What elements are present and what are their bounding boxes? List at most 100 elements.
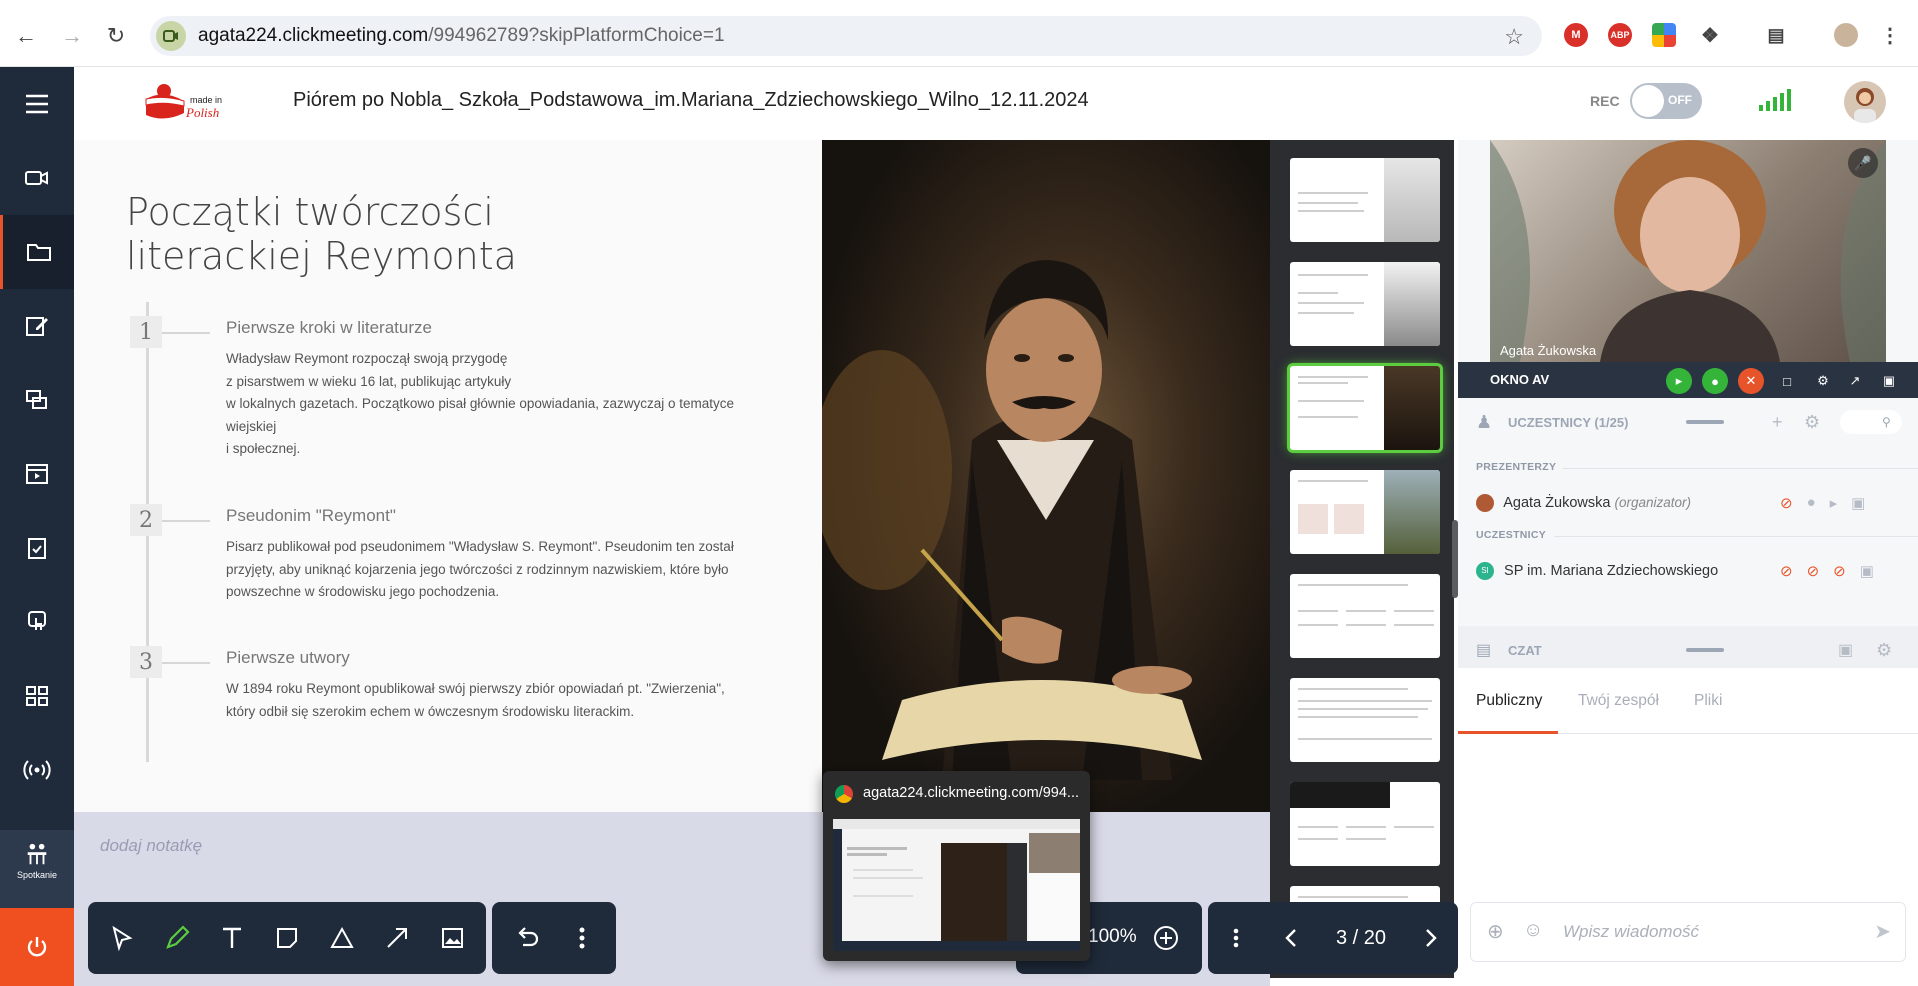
profile-avatar-icon[interactable] (1834, 23, 1858, 47)
add-user-icon[interactable]: + (1772, 412, 1783, 433)
sidebar-item-cta[interactable] (0, 585, 74, 659)
more-vertical-icon[interactable] (1224, 926, 1248, 950)
reload-icon[interactable]: ↻ (100, 20, 132, 52)
sidebar-item-broadcast[interactable] (0, 733, 74, 807)
video-mic-icon[interactable]: 🎤 (1848, 148, 1878, 178)
shape-tool-button[interactable] (319, 915, 364, 961)
pointer-tool-button[interactable] (100, 915, 145, 961)
forward-icon[interactable]: → (56, 20, 88, 52)
menu-hamburger-icon[interactable] (0, 67, 74, 141)
screen-off-icon[interactable]: ⊘ (1780, 494, 1793, 512)
layout-icon[interactable]: ▣ (1876, 368, 1902, 394)
chat-input-placeholder: Wpisz wiadomość (1563, 922, 1700, 941)
rec-toggle-knob (1632, 85, 1664, 117)
send-icon[interactable]: ➤ (1874, 919, 1891, 944)
leave-meeting-button[interactable] (0, 908, 74, 986)
slide-thumbnail[interactable] (1290, 158, 1440, 242)
camera-toggle-icon[interactable]: ▸ (1666, 368, 1692, 394)
connection-signal-icon[interactable] (1759, 87, 1791, 111)
slide-thumbnail-active[interactable] (1290, 366, 1440, 450)
screen-off-icon[interactable]: ⊘ (1780, 562, 1793, 580)
section-drag-handle[interactable] (1686, 648, 1724, 652)
participant-row[interactable]: Agata Żukowska (organizator) (1476, 494, 1691, 512)
step-text: Władysław Reymont rozpoczął swoją przygo… (226, 351, 735, 456)
back-icon[interactable]: ← (10, 20, 42, 52)
slide-thumbnail[interactable] (1290, 470, 1440, 554)
meeting-table-icon (27, 843, 47, 865)
section-drag-handle[interactable] (1686, 420, 1724, 424)
tab-team[interactable]: Twój zespół (1578, 692, 1659, 710)
step-number: 1 (130, 316, 162, 348)
browser-menu-icon[interactable]: ⋮ (1878, 23, 1902, 47)
sidebar-item-tests[interactable] (0, 511, 74, 585)
settings-gear-icon[interactable]: ⚙ (1810, 368, 1836, 394)
sidebar-item-whiteboard[interactable] (0, 289, 74, 363)
more-tools-button[interactable] (559, 915, 604, 961)
pop-out-icon[interactable]: ↗ (1842, 368, 1868, 394)
right-panel: Agata Żukowska 🎤 OKNO AV ▸ ● ✕ □ ⚙ ↗ ▣ ♟… (1458, 140, 1918, 986)
step-heading: Pseudonim "Reymont" (226, 506, 396, 525)
chevron-left-icon[interactable] (1280, 926, 1304, 950)
sidebar-item-files[interactable] (0, 215, 74, 289)
site-info-icon[interactable] (156, 21, 186, 51)
meeting-title: Piórem po Nobla_ Szkoła_Podstawowa_im.Ma… (293, 89, 1089, 111)
text-tool-button[interactable] (210, 915, 255, 961)
screen-share-off-icon[interactable]: ✕ (1738, 368, 1764, 394)
extensions-puzzle-icon[interactable]: ❖ (1698, 23, 1722, 47)
power-icon (27, 937, 47, 957)
chat-icon: ▤ (1476, 642, 1492, 659)
arrow-tool-button[interactable] (374, 915, 419, 961)
image-tool-button[interactable] (429, 915, 474, 961)
camera-off-icon[interactable]: ⊘ (1833, 562, 1846, 580)
extension-gmail-icon[interactable]: M (1564, 23, 1588, 47)
extension-google-icon[interactable] (1652, 23, 1676, 47)
extension-adblock-icon[interactable]: ABP (1608, 23, 1632, 47)
slide-title: Początki twórczości literackiej Reymonta (126, 190, 517, 278)
av-window-bar: OKNO AV ▸ ● ✕ □ ⚙ ↗ ▣ (1458, 362, 1918, 398)
sidebar-item-screen-share[interactable] (0, 363, 74, 437)
user-avatar[interactable] (1844, 81, 1886, 123)
sidebar-item-apps[interactable] (0, 659, 74, 733)
monitor-icon[interactable]: ▣ (1851, 494, 1865, 512)
notes-placeholder: dodaj notatkę (100, 836, 203, 855)
mic-icon[interactable]: ● (1807, 494, 1816, 512)
browser-toolbar: ← → ↻ agata224.clickmeeting.com/99496278… (0, 0, 1918, 67)
svg-text:made in: made in (190, 95, 222, 105)
add-attachment-icon[interactable]: ⊕ (1487, 919, 1504, 944)
address-bar[interactable]: agata224.clickmeeting.com/994962789?skip… (150, 16, 1542, 56)
step-text: Pisarz publikował pod pseudonimem "Włady… (226, 539, 734, 599)
slide-thumbnail[interactable] (1290, 262, 1440, 346)
sidebar-item-camera[interactable] (0, 141, 74, 215)
slide-thumbnail[interactable] (1290, 782, 1440, 866)
chat-title: CZAT (1508, 642, 1542, 658)
undo-button[interactable] (504, 915, 549, 961)
participants-settings-icon[interactable]: ⚙ (1804, 412, 1820, 433)
bookmark-star-icon[interactable]: ☆ (1504, 24, 1524, 50)
slide-thumbnail[interactable] (1290, 678, 1440, 762)
monitor-icon[interactable]: ▣ (1860, 562, 1874, 580)
pen-tool-button[interactable] (155, 915, 200, 961)
sidebar-item-meeting[interactable]: Spotkanie (0, 830, 74, 908)
rec-toggle[interactable]: OFF (1630, 83, 1702, 119)
emoji-icon[interactable]: ☺ (1523, 919, 1543, 942)
folder-icon (26, 244, 51, 261)
camera-icon[interactable]: ▸ (1830, 494, 1838, 512)
participant-name: Agata Żukowska (1503, 494, 1611, 511)
zoom-in-icon[interactable] (1152, 924, 1180, 952)
slide-illustration (822, 140, 1270, 812)
mic-off-icon[interactable]: ⊘ (1807, 562, 1820, 580)
tab-public[interactable]: Publiczny (1476, 692, 1542, 710)
chevron-right-icon[interactable] (1418, 926, 1442, 950)
sidebar-item-video[interactable] (0, 437, 74, 511)
reading-mode-icon[interactable]: ▤ (1764, 23, 1788, 47)
tab-files[interactable]: Pliki (1694, 692, 1722, 710)
sticky-note-tool-button[interactable] (265, 915, 310, 961)
chat-popout-icon[interactable]: ▣ (1838, 640, 1853, 660)
chat-message-input[interactable]: ⊕ ☺ Wpisz wiadomość ➤ (1470, 902, 1906, 962)
chat-settings-icon[interactable]: ⚙ (1876, 640, 1892, 661)
participant-row[interactable]: SI SP im. Mariana Zdziechowskiego (1476, 562, 1718, 580)
participants-search-input[interactable] (1840, 410, 1902, 434)
microphone-toggle-icon[interactable]: ● (1702, 368, 1728, 394)
slide-thumbnail[interactable] (1290, 574, 1440, 658)
chat-bubble-icon[interactable]: □ (1774, 368, 1800, 394)
